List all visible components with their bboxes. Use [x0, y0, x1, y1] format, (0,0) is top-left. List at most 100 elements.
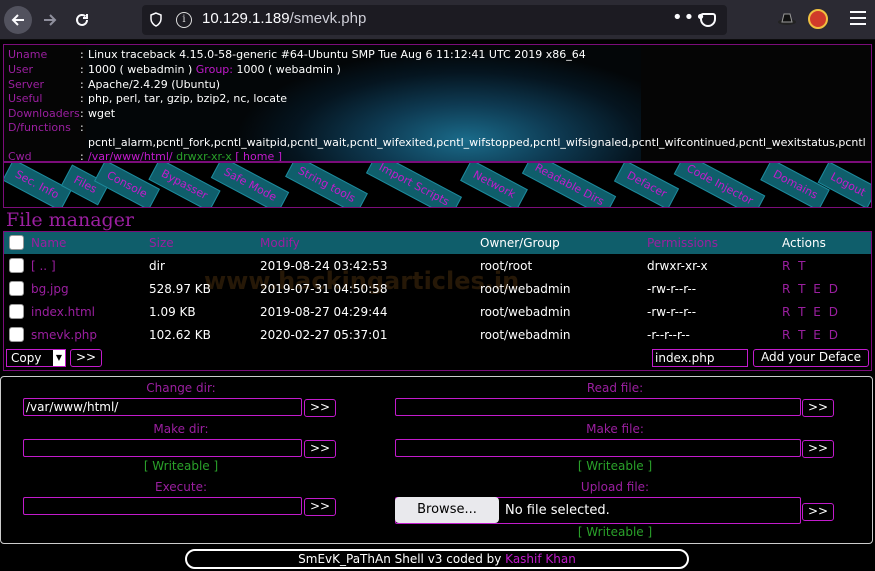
user-value: 1000 ( webadmin ) — [88, 63, 196, 76]
add-deface-button[interactable]: Add your Deface — [753, 349, 869, 367]
info-key: D/functions — [8, 121, 71, 134]
change-dir-input[interactable]: /var/www/html/ — [23, 398, 302, 416]
tab-string-tools[interactable]: String tools — [285, 163, 368, 207]
info-key: Uname — [8, 48, 48, 61]
colon: : — [80, 78, 84, 91]
file-modify: 2019-08-27 04:29:44 — [260, 305, 388, 319]
file-actions[interactable]: R T E D — [782, 328, 840, 342]
execute-input[interactable] — [23, 497, 302, 515]
colon: : — [80, 48, 84, 61]
url-path: /smevk.php — [289, 10, 367, 27]
file-name[interactable]: index.html — [31, 305, 95, 319]
site-info-icon[interactable]: i — [176, 12, 192, 28]
row-checkbox[interactable] — [9, 304, 24, 319]
forward-arrow-icon — [44, 14, 57, 26]
row-checkbox[interactable] — [9, 258, 24, 273]
change-dir-label: Change dir: — [146, 381, 216, 395]
info-value: php, perl, tar, gzip, bzip2, nc, locate — [88, 92, 288, 105]
extension-icon[interactable] — [808, 9, 828, 29]
hamburger-menu-icon[interactable] — [850, 11, 866, 29]
author-link[interactable]: Kashif Khan — [505, 552, 576, 566]
file-actions[interactable]: R T — [782, 259, 807, 273]
header-name[interactable]: Name — [31, 236, 66, 250]
read-file-go-button[interactable]: >> — [802, 399, 834, 417]
file-name[interactable]: smevk.php — [31, 328, 97, 342]
deface-filename-input[interactable]: index.php — [652, 349, 748, 367]
info-key: Server — [8, 78, 45, 91]
tools-panel: Change dir: /var/www/html/ >> Make dir: … — [0, 376, 873, 544]
header-size[interactable]: Size — [149, 236, 174, 250]
shield-icon[interactable] — [150, 12, 162, 27]
make-dir-writeable: [ Writeable ] — [143, 459, 219, 473]
forward-button[interactable] — [36, 6, 64, 34]
file-name[interactable]: bg.jpg — [31, 282, 69, 296]
action-go-button[interactable]: >> — [70, 349, 102, 367]
pocket-icon[interactable] — [700, 13, 716, 27]
tab-domains[interactable]: Domains — [760, 163, 831, 207]
tab-import-scripts[interactable]: Import Scripts — [365, 163, 462, 207]
file-actions[interactable]: R T E D — [782, 282, 840, 296]
tab-defacer[interactable]: Defacer — [613, 163, 680, 207]
action-select-value: Copy — [11, 351, 42, 365]
file-actions[interactable]: R T E D — [782, 305, 840, 319]
group-label: Group: — [195, 63, 233, 76]
home-link[interactable]: [ home ] — [235, 150, 282, 161]
tab-bypasser[interactable]: Bypasser — [148, 163, 221, 207]
url-bar[interactable]: i 10.129.1.189/smevk.php ••• — [142, 5, 727, 35]
colon: : — [80, 150, 84, 162]
file-manager-title: File manager — [6, 209, 135, 231]
reload-icon — [76, 13, 88, 26]
file-size: 102.62 KB — [149, 328, 211, 342]
cwd-link[interactable]: /var/www/html/ — [88, 150, 173, 161]
change-dir-go-button[interactable]: >> — [304, 399, 336, 417]
tab-logout[interactable]: Logout — [817, 163, 871, 207]
info-key: Useful — [8, 92, 43, 105]
disabled-functions-value: pcntl_alarm,pcntl_fork,pcntl_waitpid,pcn… — [88, 136, 866, 149]
make-dir-input[interactable] — [23, 439, 302, 457]
file-size: dir — [149, 259, 165, 273]
file-permissions: drwxr-xr-x — [647, 259, 708, 273]
tab-network[interactable]: Network — [460, 163, 528, 207]
make-dir-go-button[interactable]: >> — [304, 440, 336, 458]
file-name[interactable]: [ .. ] — [31, 259, 56, 273]
footer-text: SmEvK_PaThAn Shell v3 coded by — [298, 552, 506, 566]
back-arrow-icon — [11, 14, 24, 26]
row-checkbox[interactable] — [9, 327, 24, 342]
chevron-down-icon[interactable]: ▼ — [53, 350, 65, 366]
file-owner: root/webadmin — [480, 305, 571, 319]
no-file-selected-text: No file selected. — [505, 503, 610, 518]
file-permissions: -rw-r--r-- — [647, 305, 697, 319]
tab-safe-mode[interactable]: Safe Mode — [210, 163, 290, 207]
colon: : — [80, 107, 84, 120]
reload-button[interactable] — [68, 6, 96, 34]
info-value: wget — [88, 107, 116, 120]
info-value: 1000 ( webadmin ) Group: 1000 ( webadmin… — [88, 63, 341, 76]
make-file-go-button[interactable]: >> — [802, 440, 834, 458]
make-file-input[interactable] — [395, 439, 801, 457]
footer-credit: SmEvK_PaThAn Shell v3 coded by Kashif Kh… — [185, 549, 689, 569]
shell-menu: Sec. Info Files Console Bypasser Safe Mo… — [3, 162, 872, 208]
header-modify[interactable]: Modify — [260, 236, 300, 250]
info-value: /var/www/html/ drwxr-xr-x [ home ] — [88, 150, 282, 161]
header-permissions[interactable]: Permissions — [647, 236, 718, 250]
make-dir-label: Make dir: — [153, 422, 209, 436]
row-checkbox[interactable] — [9, 281, 24, 296]
upload-file-label: Upload file: — [580, 480, 650, 494]
action-select[interactable]: Copy ▼ — [6, 349, 66, 367]
file-owner: root/webadmin — [480, 328, 571, 342]
tab-console[interactable]: Console — [93, 163, 160, 207]
tab-readable-dirs[interactable]: Readable Dirs — [521, 163, 617, 207]
group-value: 1000 ( webadmin ) — [232, 63, 341, 76]
hat-extension-icon[interactable] — [778, 10, 796, 28]
back-button[interactable] — [4, 6, 32, 34]
file-size: 1.09 KB — [149, 305, 196, 319]
upload-go-button[interactable]: >> — [802, 503, 834, 521]
browse-button[interactable]: Browse... — [395, 497, 499, 523]
header-actions: Actions — [782, 236, 826, 250]
select-all-checkbox[interactable] — [9, 235, 24, 250]
url-text[interactable]: 10.129.1.189/smevk.php — [202, 10, 366, 27]
tab-code-injector[interactable]: Code Injector — [673, 163, 766, 207]
execute-go-button[interactable]: >> — [304, 498, 336, 516]
read-file-input[interactable] — [395, 398, 801, 416]
info-value: Linux traceback 4.15.0-58-generic #64-Ub… — [88, 48, 586, 61]
